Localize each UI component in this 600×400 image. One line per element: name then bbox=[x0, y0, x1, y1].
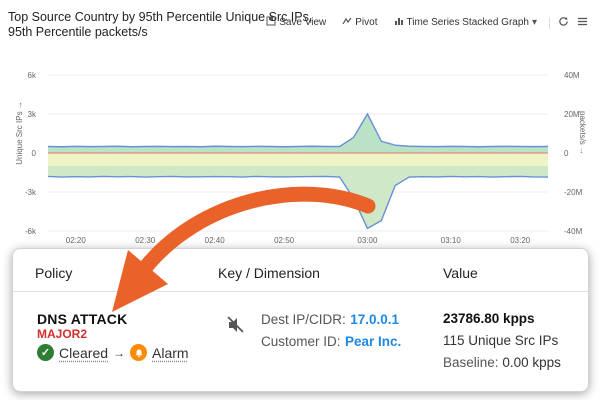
chart-panel: Top Source Country by 95th Percentile Un… bbox=[0, 0, 600, 255]
to-state[interactable]: Alarm bbox=[152, 345, 189, 361]
policy-header: Policy bbox=[35, 265, 73, 281]
dest-ip-dimension: Dest IP/CIDR: 17.0.0.1 bbox=[261, 311, 399, 329]
from-state[interactable]: Cleared bbox=[59, 345, 108, 361]
key-dimension-header: Key / Dimension bbox=[218, 265, 320, 281]
x-tick-label: 02:50 bbox=[274, 236, 295, 245]
severity-badge: MAJOR2 bbox=[37, 327, 88, 341]
y-right-tick-label: -40M bbox=[564, 227, 583, 236]
state-transition: ✓ Cleared → Alarm bbox=[37, 344, 189, 361]
check-icon: ✓ bbox=[37, 344, 54, 361]
y-left-tick-label: 3k bbox=[28, 110, 37, 119]
baseline-value: Baseline: 0.00 kpps bbox=[443, 355, 561, 370]
x-tick-label: 03:20 bbox=[510, 236, 531, 245]
policy-name[interactable]: DNS ATTACK bbox=[37, 311, 127, 327]
lower-band-area bbox=[48, 153, 548, 166]
header-divider bbox=[13, 291, 588, 292]
x-tick-label: 02:40 bbox=[205, 236, 226, 245]
y-left-axis-label: Unique Src IPs → bbox=[15, 101, 24, 165]
value-unique-src: 115 Unique Src IPs bbox=[443, 333, 559, 348]
value-kpps: 23786.80 kpps bbox=[443, 311, 535, 326]
mute-icon[interactable] bbox=[226, 315, 246, 335]
arrow-right-icon: → bbox=[113, 345, 126, 360]
baseline-label: Baseline: bbox=[443, 355, 499, 370]
alarm-icon bbox=[130, 344, 148, 361]
customer-id-value[interactable]: Pear Inc. bbox=[345, 334, 401, 349]
x-tick-label: 03:00 bbox=[357, 236, 378, 245]
customer-id-dimension: Customer ID: Pear Inc. bbox=[261, 333, 401, 351]
y-right-axis-label: packets/s → bbox=[578, 111, 587, 155]
x-tick-label: 02:30 bbox=[135, 236, 156, 245]
value-header: Value bbox=[443, 265, 478, 281]
time-series-chart: 6k 40M 3k 20M 0 0 -3k -20M -6k -40M Unique Src IPs… bbox=[15, 71, 587, 245]
x-tick-label: 03:10 bbox=[441, 236, 462, 245]
dest-ip-value[interactable]: 17.0.0.1 bbox=[350, 312, 399, 327]
baseline-number: 0.00 kpps bbox=[502, 355, 561, 370]
y-left-tick-label: -3k bbox=[25, 188, 37, 197]
customer-id-label: Customer ID: bbox=[261, 334, 341, 349]
upper-series-line bbox=[47, 112, 549, 148]
y-right-tick-label: 0 bbox=[564, 149, 569, 158]
lower-series-line bbox=[47, 175, 549, 230]
y-left-tick-label: 6k bbox=[28, 71, 37, 80]
x-tick-label: 02:20 bbox=[66, 236, 87, 245]
y-left-tick-label: 0 bbox=[32, 149, 37, 158]
dest-ip-label: Dest IP/CIDR: bbox=[261, 312, 346, 327]
y-left-tick-label: -6k bbox=[25, 227, 37, 236]
y-right-tick-label: -20M bbox=[564, 188, 583, 197]
y-right-tick-label: 40M bbox=[564, 71, 580, 80]
y-right-tick-label: 20M bbox=[564, 110, 580, 119]
alert-table: Policy Key / Dimension Value DNS ATTACK … bbox=[12, 248, 589, 392]
